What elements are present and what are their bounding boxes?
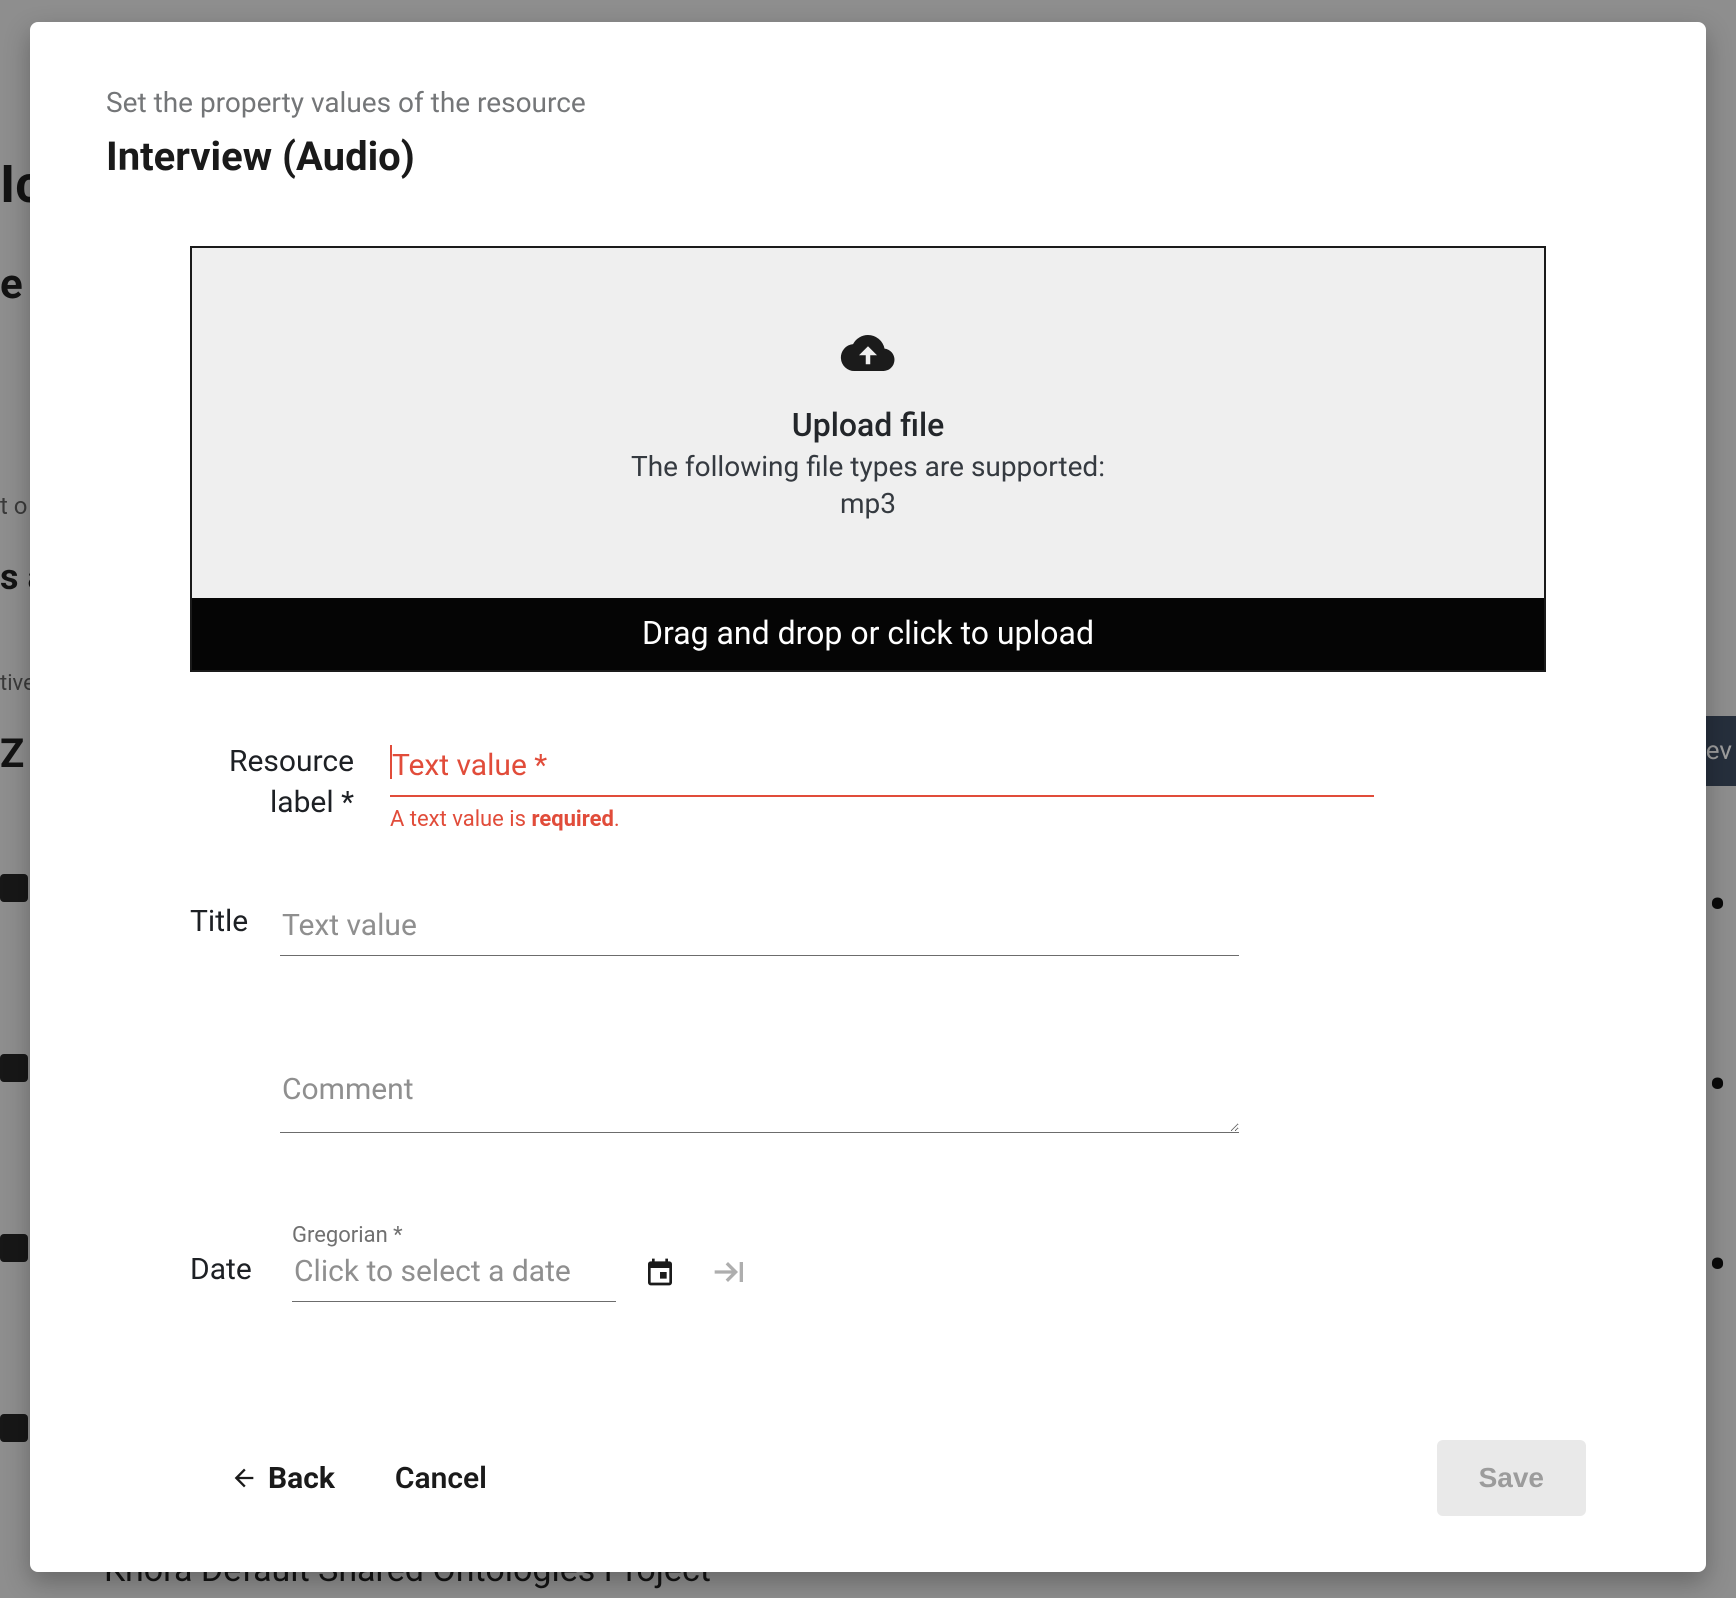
upload-bar[interactable]: Drag and drop or click to upload bbox=[192, 598, 1544, 670]
date-start-input[interactable] bbox=[292, 1248, 616, 1302]
file-dropzone[interactable]: Upload file The following file types are… bbox=[192, 248, 1544, 598]
resource-label-label: Resource label * bbox=[190, 742, 390, 823]
date-row: Date Gregorian * bbox=[190, 1223, 1630, 1302]
calendar-picker-button[interactable] bbox=[640, 1252, 680, 1292]
resource-label-row: Resource label * A text value is require… bbox=[190, 742, 1370, 832]
resource-label-error: A text value is required. bbox=[390, 807, 1370, 832]
comment-field bbox=[280, 1066, 1235, 1137]
cloud-upload-icon bbox=[826, 326, 910, 380]
save-button[interactable]: Save bbox=[1437, 1440, 1586, 1516]
create-resource-dialog: Set the property values of the resource … bbox=[30, 22, 1706, 1572]
file-upload[interactable]: Upload file The following file types are… bbox=[190, 246, 1546, 672]
upload-supported-text: The following file types are supported: bbox=[631, 450, 1105, 483]
date-range-end-button[interactable] bbox=[708, 1252, 748, 1292]
resource-label-field: A text value is required. bbox=[390, 742, 1370, 832]
title-row: Title bbox=[190, 902, 1235, 956]
calendar-type-label: Gregorian * bbox=[292, 1223, 612, 1248]
upload-filetypes: mp3 bbox=[840, 487, 896, 520]
cancel-button[interactable]: Cancel bbox=[395, 1461, 487, 1496]
comment-input[interactable] bbox=[280, 1066, 1239, 1133]
dialog-subtitle: Set the property values of the resource bbox=[106, 86, 1630, 119]
calendar-icon bbox=[644, 1256, 676, 1288]
back-button[interactable]: Back bbox=[230, 1461, 335, 1496]
back-button-label: Back bbox=[268, 1461, 335, 1496]
dialog-footer: Back Cancel Save bbox=[230, 1440, 1586, 1516]
property-form: Resource label * A text value is require… bbox=[106, 742, 1630, 1302]
resource-label-input[interactable] bbox=[390, 742, 1374, 797]
upload-title: Upload file bbox=[792, 406, 944, 444]
date-start-field: Gregorian * bbox=[292, 1223, 612, 1302]
dialog-title: Interview (Audio) bbox=[106, 133, 1630, 180]
text-cursor bbox=[390, 745, 392, 779]
title-field bbox=[280, 902, 1235, 956]
cancel-button-label: Cancel bbox=[395, 1461, 487, 1496]
arrow-right-stop-icon bbox=[708, 1252, 748, 1292]
comment-row bbox=[190, 1066, 1235, 1137]
arrow-left-icon bbox=[230, 1464, 258, 1492]
title-input[interactable] bbox=[280, 902, 1239, 956]
